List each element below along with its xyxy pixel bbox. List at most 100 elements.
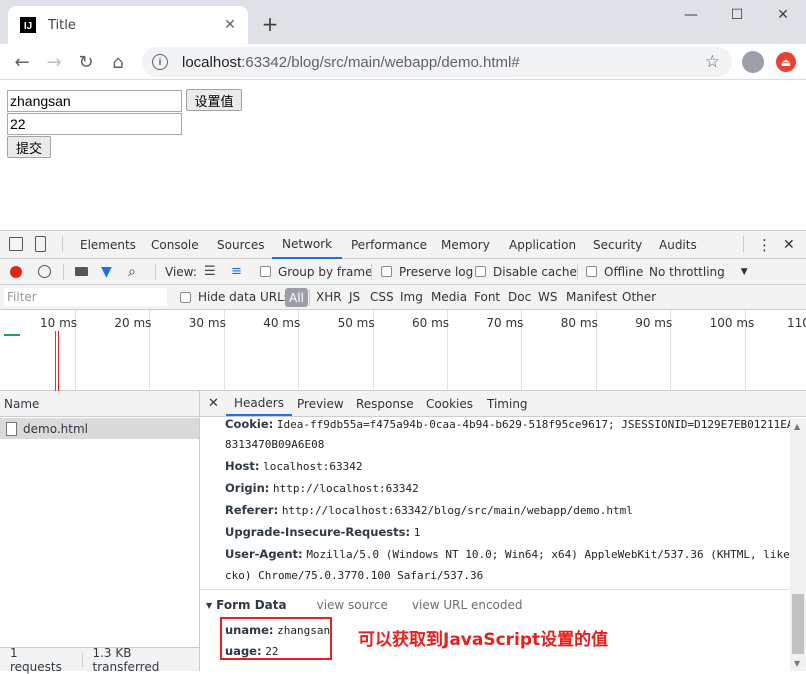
- timeline-tick-label: 110 m: [787, 316, 806, 330]
- capture-screenshots-icon[interactable]: [75, 267, 88, 276]
- new-tab-button[interactable]: +: [260, 12, 280, 36]
- device-toolbar-icon[interactable]: [35, 236, 46, 252]
- filter-input[interactable]: Filter: [4, 288, 167, 306]
- document-icon: [6, 421, 17, 436]
- filter-type-css[interactable]: CSS: [370, 285, 394, 309]
- detail-scrollbar[interactable]: ▲ ▼: [790, 418, 806, 671]
- back-arrow-icon[interactable]: ←: [10, 50, 34, 74]
- scrollbar-thumb[interactable]: [792, 594, 804, 654]
- filter-type-font[interactable]: Font: [474, 285, 500, 309]
- extension-icon[interactable]: ⏏: [776, 52, 796, 72]
- set-value-button[interactable]: 设置值: [186, 89, 242, 111]
- tab-headers[interactable]: Headers: [226, 391, 292, 416]
- info-icon[interactable]: i: [152, 54, 168, 70]
- uage-input[interactable]: 22: [7, 113, 182, 135]
- header-key: Upgrade-Insecure-Requests:: [225, 525, 411, 539]
- filter-toolbar: Filter Hide data URLs All XHR JS CSS Img…: [0, 285, 806, 310]
- large-rows-icon[interactable]: ☰: [204, 259, 216, 284]
- forward-arrow-icon[interactable]: →: [42, 50, 66, 74]
- uname-input[interactable]: zhangsan: [7, 90, 182, 112]
- form-data-section-header[interactable]: ▼ Form Data view source view URL encoded: [200, 590, 790, 620]
- tab-preview[interactable]: Preview: [297, 391, 344, 416]
- throttling-select[interactable]: No throttling ▼: [649, 259, 748, 284]
- timeline-tick-label: 50 ms: [337, 316, 375, 330]
- request-list-pane: Name demo.html 1 requests 1.3 KB transfe…: [0, 391, 200, 674]
- filter-type-all[interactable]: All: [285, 288, 308, 307]
- close-devtools-icon[interactable]: ✕: [783, 231, 795, 259]
- close-tab-icon[interactable]: ✕: [218, 17, 242, 33]
- header-value: http://localhost:63342/blog/src/main/web…: [281, 504, 633, 517]
- tab-cookies[interactable]: Cookies: [426, 391, 473, 416]
- timeline-tick-label: 80 ms: [560, 316, 598, 330]
- tab-sources[interactable]: Sources: [217, 231, 264, 259]
- form-field-uage: uage: 22: [225, 644, 278, 658]
- view-label: View:: [165, 264, 197, 279]
- bookmark-star-icon[interactable]: ☆: [705, 52, 720, 72]
- tab-response[interactable]: Response: [356, 391, 414, 416]
- offline-label: Offline: [604, 264, 644, 279]
- tab-memory[interactable]: Memory: [441, 231, 490, 259]
- inspect-element-icon[interactable]: [9, 237, 23, 251]
- network-overview-timeline[interactable]: 10 ms 20 ms 30 ms 40 ms 50 ms 60 ms 70 ms 80 ms…: [0, 310, 806, 391]
- more-options-icon[interactable]: ⋮: [757, 231, 772, 259]
- request-bar-green: [4, 334, 20, 336]
- tab-elements[interactable]: Elements: [80, 231, 136, 259]
- header-value: Idea-ff9db55a=f475a94b-0caa-4b94-b629-51…: [276, 418, 794, 431]
- filter-type-ws[interactable]: WS: [538, 285, 557, 309]
- offline-checkbox[interactable]: Offline: [586, 259, 643, 284]
- navigation-bar: ← → ↻ ⌂ i localhost:63342/blog/src/main/…: [0, 44, 806, 80]
- tab-performance[interactable]: Performance: [351, 231, 427, 259]
- timeline-tick-label: 60 ms: [412, 316, 450, 330]
- browser-tab[interactable]: IJ Title ✕: [8, 6, 248, 44]
- header-key: Cookie:: [225, 417, 274, 431]
- header-referer: Referer: http://localhost:63342/blog/src…: [225, 503, 633, 517]
- expand-triangle-icon: ▼: [206, 600, 213, 610]
- home-icon[interactable]: ⌂: [106, 50, 130, 74]
- submit-button[interactable]: 提交: [7, 136, 51, 158]
- filter-type-doc[interactable]: Doc: [508, 285, 531, 309]
- maximize-icon[interactable]: ☐: [714, 2, 760, 28]
- tab-console[interactable]: Console: [151, 231, 199, 259]
- record-icon[interactable]: [10, 266, 22, 278]
- group-by-frame-checkbox[interactable]: Group by frame: [260, 259, 372, 284]
- annotation-text: 可以获取到JavaScript设置的值: [358, 630, 609, 650]
- tab-timing[interactable]: Timing: [487, 391, 528, 416]
- view-source-link[interactable]: view source: [317, 598, 388, 612]
- scroll-down-icon[interactable]: ▼: [794, 659, 800, 668]
- tab-network[interactable]: Network: [272, 231, 343, 259]
- scroll-up-icon[interactable]: ▲: [794, 422, 800, 431]
- header-value: localhost:63342: [263, 460, 363, 473]
- preserve-log-checkbox[interactable]: Preserve log: [381, 259, 473, 284]
- request-row-demo[interactable]: demo.html: [0, 418, 199, 439]
- hide-data-urls-checkbox[interactable]: Hide data URLs: [180, 285, 290, 309]
- detail-tabs: ✕ Headers Preview Response Cookies Timin…: [200, 391, 806, 417]
- name-column-header[interactable]: Name: [0, 391, 199, 417]
- filter-type-media[interactable]: Media: [431, 285, 467, 309]
- clear-icon[interactable]: [38, 265, 51, 278]
- view-url-encoded-link[interactable]: view URL encoded: [412, 598, 523, 612]
- header-value: http://localhost:63342: [273, 482, 419, 495]
- search-icon[interactable]: ⌕: [128, 259, 136, 284]
- close-window-icon[interactable]: ✕: [760, 2, 806, 28]
- waterfall-icon[interactable]: ≡: [231, 259, 242, 284]
- header-upgrade-insecure: Upgrade-Insecure-Requests: 1: [225, 525, 420, 539]
- form-field-uname: uname: zhangsan: [225, 623, 330, 637]
- header-value: 8313470B09A6E08: [225, 438, 325, 451]
- request-name: demo.html: [23, 421, 88, 436]
- filter-type-img[interactable]: Img: [400, 285, 423, 309]
- close-detail-icon[interactable]: ✕: [208, 391, 219, 416]
- minimize-icon[interactable]: —: [668, 2, 714, 28]
- filter-funnel-icon[interactable]: ▼: [101, 259, 112, 284]
- address-bar[interactable]: i localhost:63342/blog/src/main/webapp/d…: [142, 47, 732, 77]
- filter-type-xhr[interactable]: XHR: [316, 285, 342, 309]
- disable-cache-checkbox[interactable]: Disable cache: [475, 259, 577, 284]
- filter-type-other[interactable]: Other: [622, 285, 656, 309]
- filter-type-js[interactable]: JS: [349, 285, 360, 309]
- browser-titlebar: IJ Title ✕ + — ☐ ✕: [0, 0, 806, 44]
- tab-application[interactable]: Application: [509, 231, 576, 259]
- filter-type-manifest[interactable]: Manifest: [566, 285, 617, 309]
- profile-avatar[interactable]: [742, 51, 764, 73]
- reload-icon[interactable]: ↻: [74, 50, 98, 74]
- tab-audits[interactable]: Audits: [659, 231, 697, 259]
- tab-security[interactable]: Security: [593, 231, 642, 259]
